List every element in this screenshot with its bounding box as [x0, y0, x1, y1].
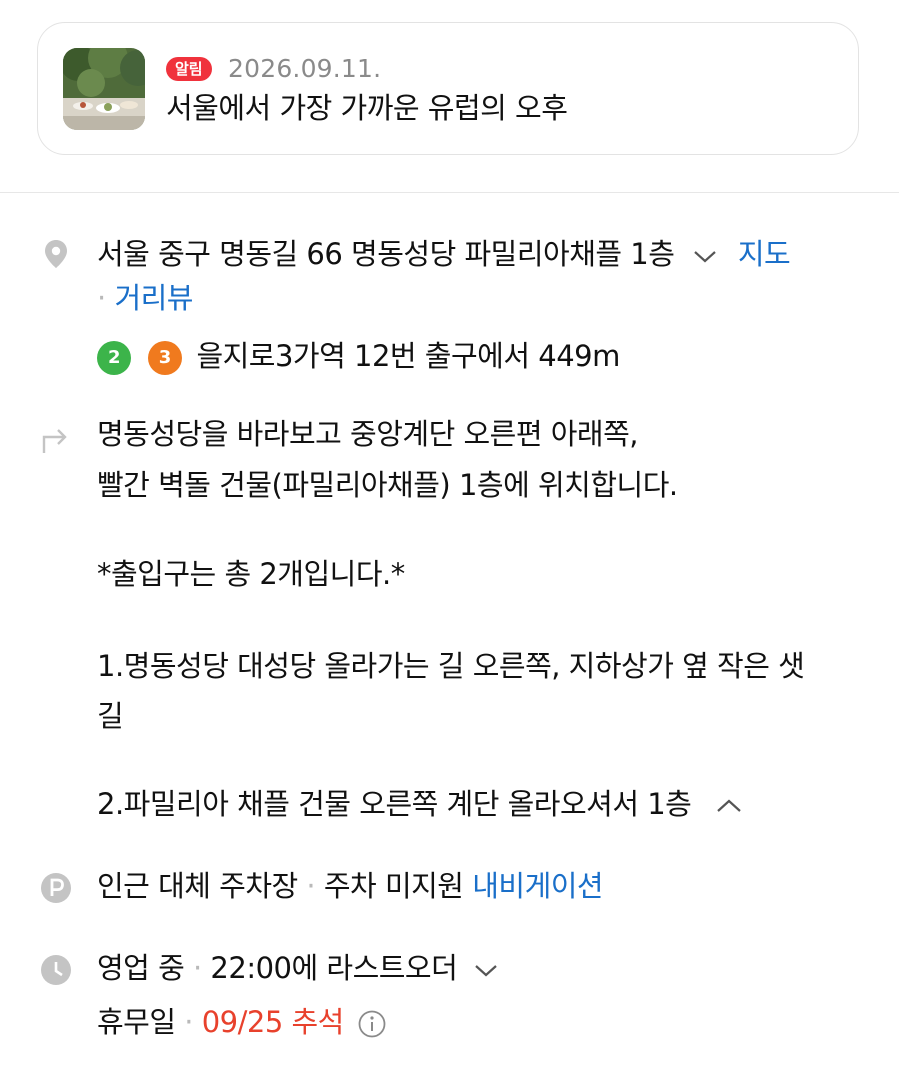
notice-title: 서울에서 가장 가까운 유럽의 오후 — [166, 91, 568, 125]
notice-card[interactable]: 알림 2026.09.11. 서울에서 가장 가까운 유럽의 오후 — [37, 22, 859, 155]
directions-line-1: 명동성당을 바라보고 중앙계단 오른편 아래쪽, — [97, 417, 639, 451]
holiday-row: 휴무일 · 09/25 추석 — [97, 1000, 387, 1044]
subway-info: 2 3 을지로3가역 12번 출구에서 449m — [97, 334, 620, 378]
subway-line-2-badge: 2 — [97, 341, 131, 375]
directions-line-3: *출입구는 총 2개입니다.* — [97, 557, 405, 591]
location-pin-icon — [45, 240, 67, 268]
parking-label: 인근 대체 주차장 — [97, 869, 298, 903]
directions-line-6-row: 2.파밀리아 채플 건물 오른쪽 계단 올라오셔서 1층 — [97, 782, 744, 826]
map-link[interactable]: 지도 — [738, 237, 791, 271]
directions-line-6: 2.파밀리아 채플 건물 오른쪽 계단 올라오셔서 1층 — [97, 787, 692, 821]
navigation-link[interactable]: 내비게이션 — [472, 869, 603, 903]
turn-arrow-icon — [42, 429, 67, 453]
info-icon[interactable] — [357, 1009, 387, 1039]
separator: · — [97, 281, 106, 315]
directions-line-5: 길 — [97, 699, 124, 733]
notice-thumbnail — [63, 48, 145, 130]
subway-line-3-badge: 3 — [147, 341, 182, 375]
chevron-down-icon[interactable] — [472, 960, 500, 980]
subway-text: 을지로3가역 12번 출구에서 449m — [196, 339, 620, 373]
street-view-link[interactable]: 거리뷰 — [114, 281, 193, 315]
separator: · — [192, 951, 202, 985]
address-line: 서울 중구 명동길 66 명동성당 파밀리아채플 1층 지도 — [97, 232, 791, 276]
parking-icon — [41, 873, 71, 903]
directions-line-2: 빨간 벽돌 건물(파밀리아채플) 1층에 위치합니다. — [97, 468, 678, 502]
holiday-label: 휴무일 — [97, 1005, 176, 1039]
notice-badge: 알림 — [166, 57, 212, 81]
holiday-value: 09/25 추석 — [201, 1005, 345, 1039]
chevron-up-icon[interactable] — [714, 796, 744, 816]
business-status: 영업 중 — [97, 951, 185, 985]
parking-row: 인근 대체 주차장 · 주차 미지원 내비게이션 — [97, 864, 604, 908]
separator: · — [184, 1005, 193, 1039]
address-links: · 거리뷰 — [97, 276, 193, 320]
clock-icon — [41, 955, 71, 985]
parking-info: 주차 미지원 — [323, 869, 464, 903]
section-divider — [0, 192, 899, 193]
chevron-down-icon[interactable] — [691, 246, 719, 266]
hours-row[interactable]: 영업 중 · 22:00에 라스트오더 — [97, 946, 500, 990]
directions-line-4: 1.명동성당 대성당 올라가는 길 오른쪽, 지하상가 옆 작은 샛 — [97, 649, 805, 683]
notice-date: 2026.09.11. — [228, 54, 382, 83]
last-order: 22:00에 라스트오더 — [210, 951, 458, 985]
address-text: 서울 중구 명동길 66 명동성당 파밀리아채플 1층 — [97, 237, 675, 271]
separator: · — [306, 869, 316, 903]
